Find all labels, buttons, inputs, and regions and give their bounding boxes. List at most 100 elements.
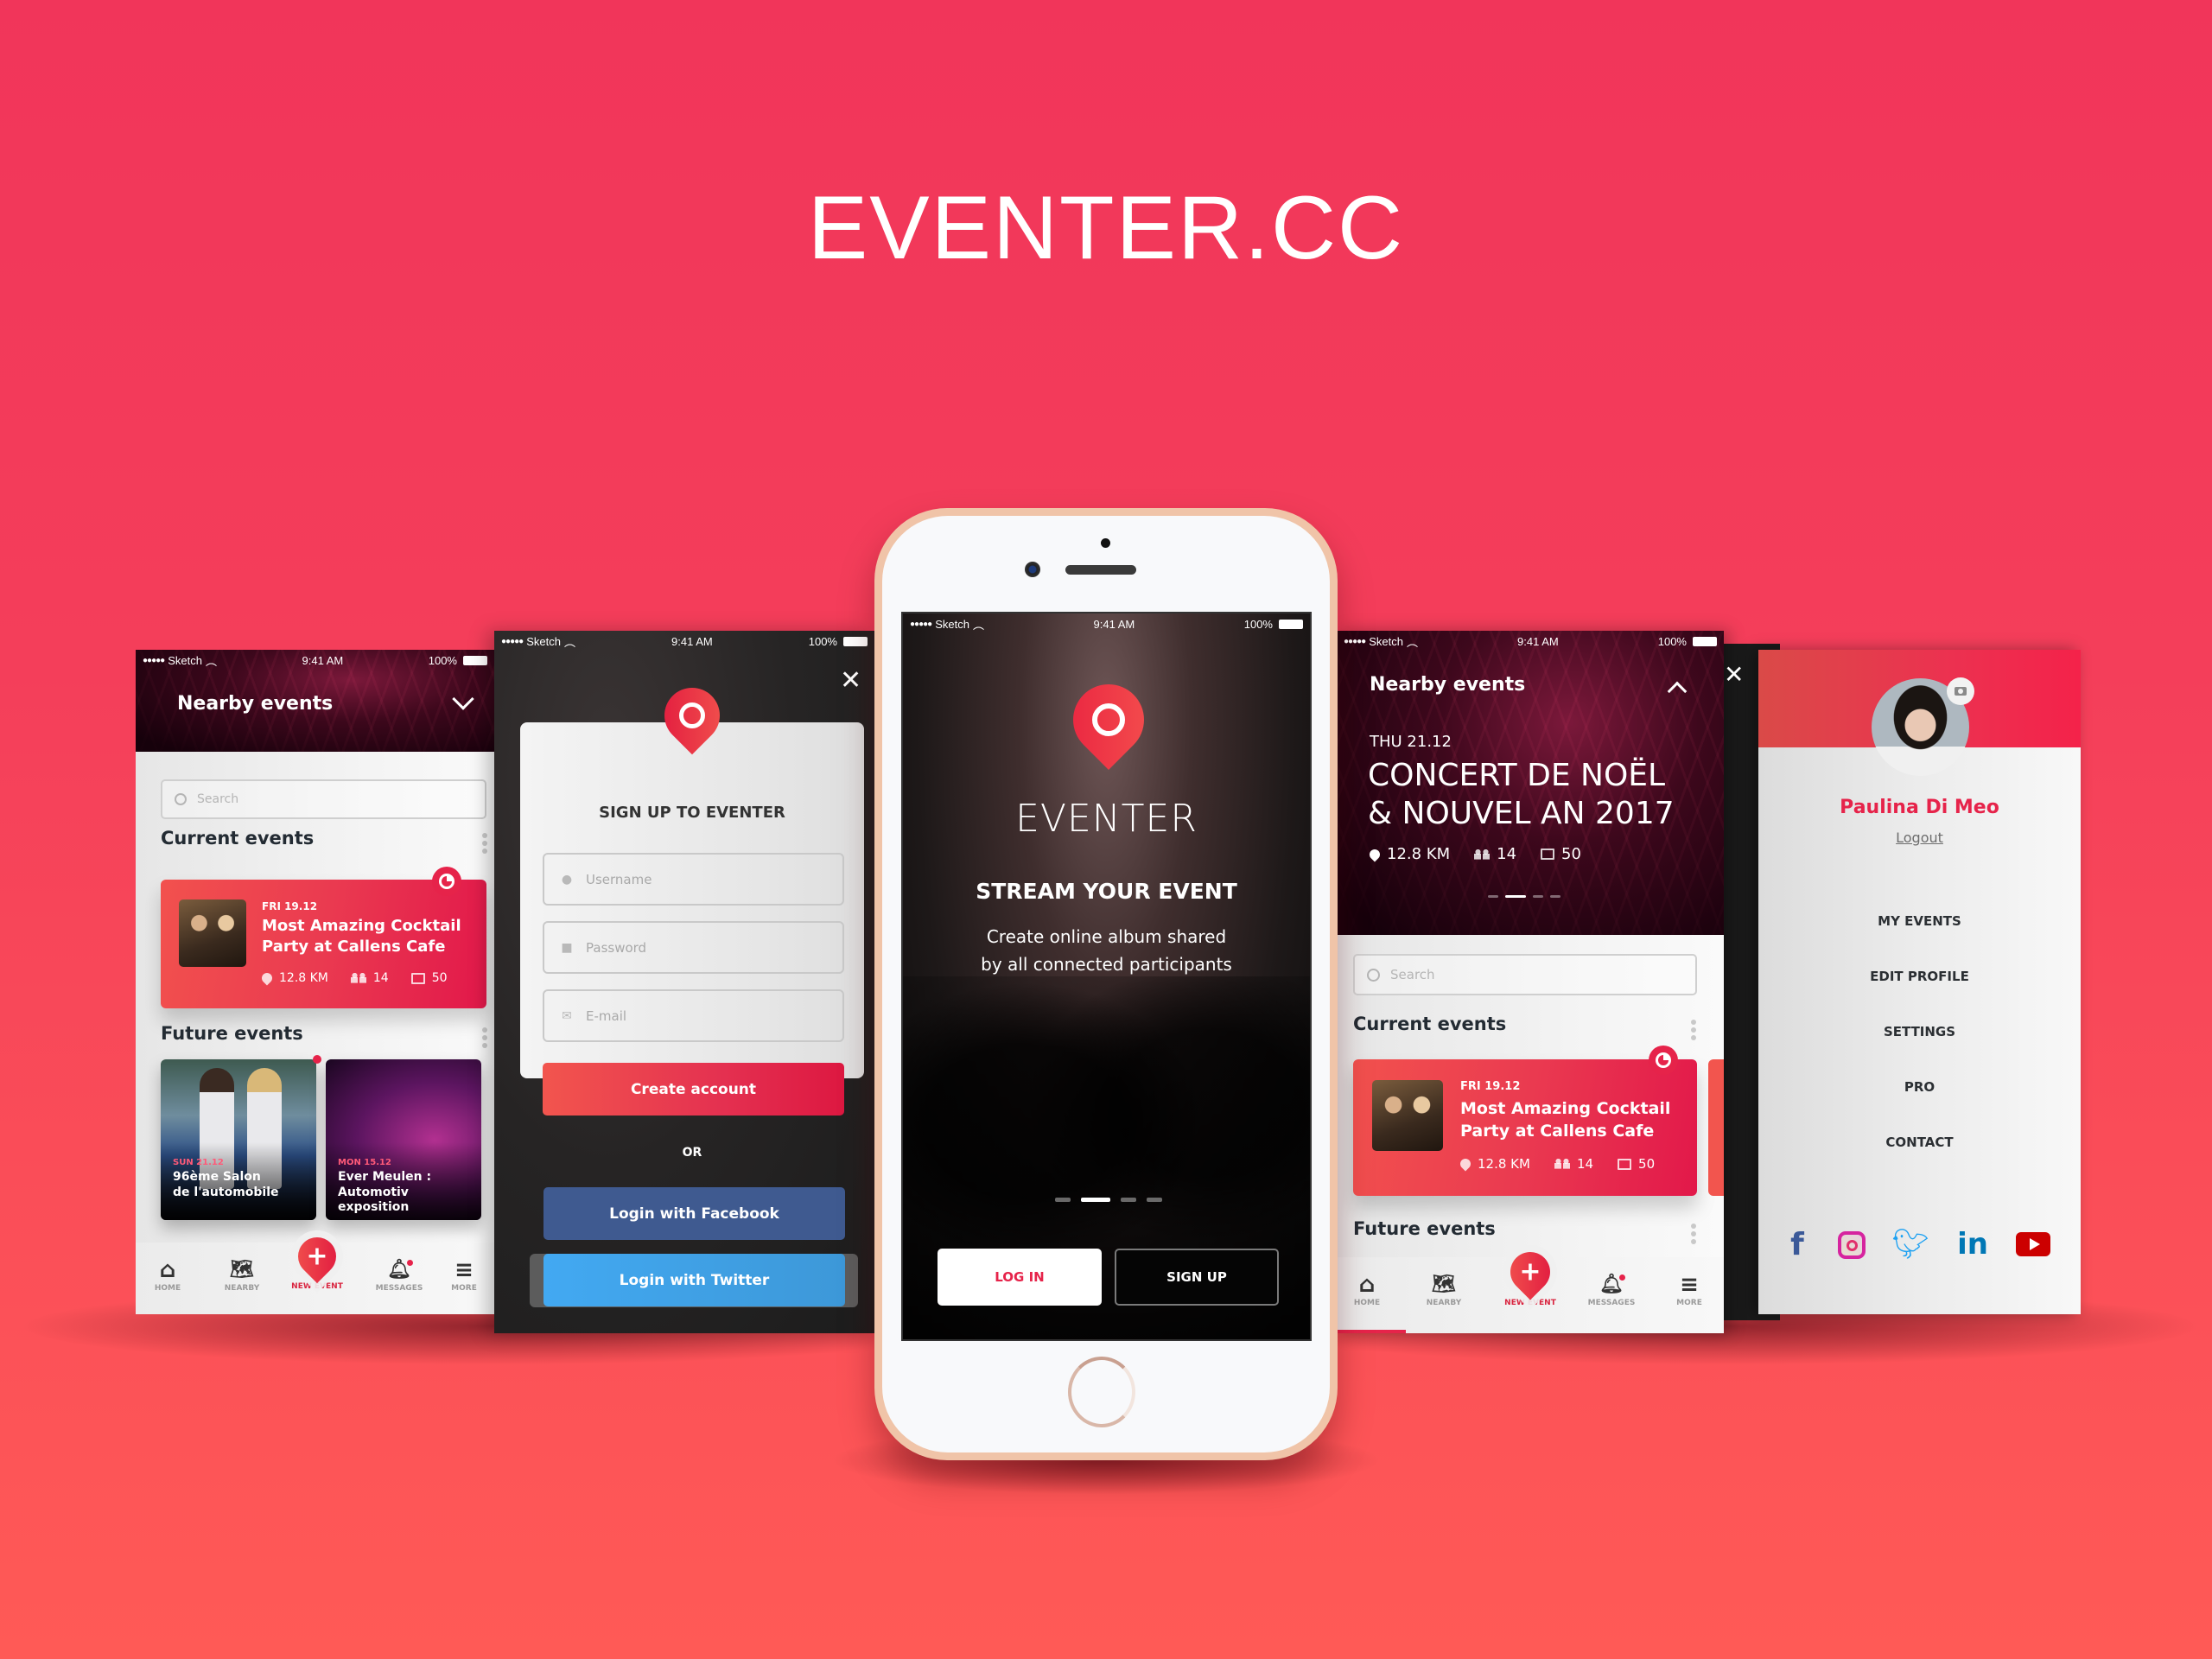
user-name: Paulina Di Meo: [1840, 797, 1999, 818]
menu-icon: ≡: [1680, 1272, 1699, 1298]
event-title-line2: Party at Callens Cafe: [1460, 1122, 1655, 1141]
carrier: Sketch: [526, 634, 561, 648]
pager-dot-active[interactable]: [1505, 895, 1526, 898]
battery-icon: [462, 655, 487, 665]
pager-dot[interactable]: [1055, 1198, 1071, 1202]
status-bar: ●●●●● Sketch ︵ 9:41 AM 100%: [1337, 631, 1724, 652]
wifi-icon: ︵: [1406, 635, 1418, 649]
current-events-title: Current events: [161, 828, 315, 849]
more-options-icon[interactable]: [1691, 1020, 1696, 1040]
clock: 9:41 AM: [1093, 617, 1135, 631]
future-event-title: Ever Meulen : Automotiv exposition: [338, 1170, 481, 1216]
pager-dot-active[interactable]: [1081, 1198, 1110, 1202]
menu-my-events[interactable]: MY EVENTS: [1758, 913, 2081, 929]
signal-icon: ●●●●●: [910, 619, 932, 629]
status-bar: ●●●●● Sketch ︵ 9:41 AM 100%: [494, 631, 874, 652]
speaker-grille: [1065, 565, 1136, 575]
email-field[interactable]: ✉ E-mail: [543, 989, 844, 1042]
username-field[interactable]: ● Username: [543, 853, 844, 906]
menu-contact[interactable]: CONTACT: [1758, 1135, 2081, 1150]
location-icon: [1458, 1156, 1473, 1172]
facebook-icon[interactable]: f: [1784, 1227, 1810, 1262]
tab-more[interactable]: ≡ MORE: [442, 1256, 486, 1293]
menu-edit-profile[interactable]: EDIT PROFILE: [1758, 969, 2081, 984]
screen-signup: ●●●●● Sketch ︵ 9:41 AM 100% ✕ SIGN UP TO E…: [494, 631, 874, 1333]
more-options-icon[interactable]: [1691, 1224, 1696, 1244]
notification-dot: [313, 1055, 321, 1064]
clock: 9:41 AM: [1517, 634, 1559, 648]
event-meta: 12.8 KM 14 50: [259, 970, 448, 986]
close-icon[interactable]: ✕: [1724, 660, 1744, 689]
menu-settings[interactable]: SETTINGS: [1758, 1024, 2081, 1039]
tab-home[interactable]: ⌂ HOME: [1345, 1271, 1389, 1307]
active-tab-indicator: [1337, 1330, 1406, 1333]
featured-date: THU 21.12: [1370, 733, 1452, 751]
email-placeholder: E-mail: [586, 1007, 627, 1024]
future-event-title-line2: de l'automobile: [173, 1185, 279, 1199]
pager-dot[interactable]: [1550, 895, 1560, 898]
screen-home: ●●●●● Sketch ︵ 9:41 AM 100% Nearby events …: [136, 650, 494, 1314]
battery-icon: [1278, 619, 1303, 629]
home-button[interactable]: [1068, 1357, 1135, 1427]
tab-new-event[interactable]: + NEW EVENT: [1500, 1243, 1560, 1307]
featured-photos: 50: [1561, 845, 1581, 863]
pager-dot[interactable]: [1147, 1198, 1162, 1202]
current-events-title: Current events: [1353, 1014, 1507, 1034]
tab-home[interactable]: ⌂ HOME: [146, 1256, 189, 1293]
search-input[interactable]: Search: [161, 779, 486, 819]
tab-nearby[interactable]: 🗺︎ NEARBY: [220, 1256, 264, 1293]
twitter-login-button[interactable]: Login with Twitter: [543, 1254, 845, 1306]
login-button[interactable]: LOG IN: [938, 1249, 1102, 1306]
future-event-card[interactable]: SUN 21.12 96ème Salon de l'automobile: [161, 1059, 316, 1220]
clock-icon: [1649, 1046, 1678, 1075]
signup-button[interactable]: SIGN UP: [1115, 1249, 1279, 1306]
camera-icon[interactable]: [1947, 677, 1974, 705]
create-account-button[interactable]: Create account: [543, 1063, 844, 1116]
home-icon: ⌂: [159, 1257, 176, 1283]
close-icon[interactable]: ✕: [840, 665, 861, 696]
search-input[interactable]: Search: [1353, 954, 1697, 995]
instagram-icon[interactable]: [1838, 1231, 1866, 1259]
youtube-icon[interactable]: [2016, 1232, 2050, 1256]
logout-link[interactable]: Logout: [1758, 830, 2081, 846]
signal-icon: ●●●●●: [501, 636, 524, 646]
pager-dot[interactable]: [1121, 1198, 1136, 1202]
username-placeholder: Username: [586, 871, 652, 887]
future-events-title: Future events: [1353, 1218, 1496, 1239]
lock-icon: ■: [561, 940, 573, 955]
header-title: Nearby events: [177, 693, 334, 715]
more-options-icon[interactable]: [482, 833, 487, 854]
tab-nearby[interactable]: 🗺︎ NEARBY: [1422, 1271, 1465, 1307]
next-card-peek: [1708, 1059, 1724, 1196]
menu-pro[interactable]: PRO: [1758, 1079, 2081, 1095]
future-event-card[interactable]: MON 15.12 Ever Meulen : Automotiv exposi…: [326, 1059, 481, 1220]
password-placeholder: Password: [586, 939, 647, 956]
featured-title: CONCERT DE NOËL & NOUVEL AN 2017: [1368, 757, 1675, 833]
more-options-icon[interactable]: [482, 1027, 487, 1048]
wifi-icon: ︵: [563, 635, 575, 649]
pager-dot[interactable]: [1488, 895, 1498, 898]
twitter-icon[interactable]: 🐦︎: [1891, 1228, 1929, 1261]
linkedin-icon[interactable]: in: [1955, 1227, 1990, 1262]
password-field[interactable]: ■ Password: [543, 921, 844, 974]
tab-more[interactable]: ≡ MORE: [1668, 1271, 1711, 1307]
tab-new-event[interactable]: + NEW EVENT: [287, 1229, 347, 1291]
event-date: FRI 19.12: [262, 900, 318, 912]
event-distance: 12.8 KM: [1478, 1156, 1530, 1172]
event-participants: 14: [1576, 1156, 1594, 1172]
current-event-card[interactable]: FRI 19.12 Most Amazing Cocktail Party at…: [161, 880, 486, 1008]
or-separator: OR: [682, 1146, 702, 1160]
tab-messages[interactable]: 🔔︎ MESSAGES: [369, 1256, 429, 1293]
tab-bar: ⌂ HOME 🗺︎ NEARBY + NEW EVENT 🔔︎ MESSAGES…: [1337, 1243, 1724, 1333]
signal-icon: ●●●●●: [143, 655, 165, 665]
location-icon: [259, 970, 275, 986]
battery-level: 100%: [1243, 617, 1273, 631]
facebook-login-button[interactable]: Login with Facebook: [543, 1187, 845, 1240]
current-event-card[interactable]: FRI 19.12 Most Amazing Cocktail Party at…: [1353, 1059, 1697, 1196]
battery-level: 100%: [808, 634, 837, 648]
tab-messages[interactable]: 🔔︎ MESSAGES: [1581, 1271, 1642, 1307]
search-placeholder: Search: [1390, 967, 1435, 982]
front-camera-icon: [1025, 562, 1040, 577]
pager-dot[interactable]: [1533, 895, 1543, 898]
tab-label: NEARBY: [1426, 1299, 1462, 1307]
